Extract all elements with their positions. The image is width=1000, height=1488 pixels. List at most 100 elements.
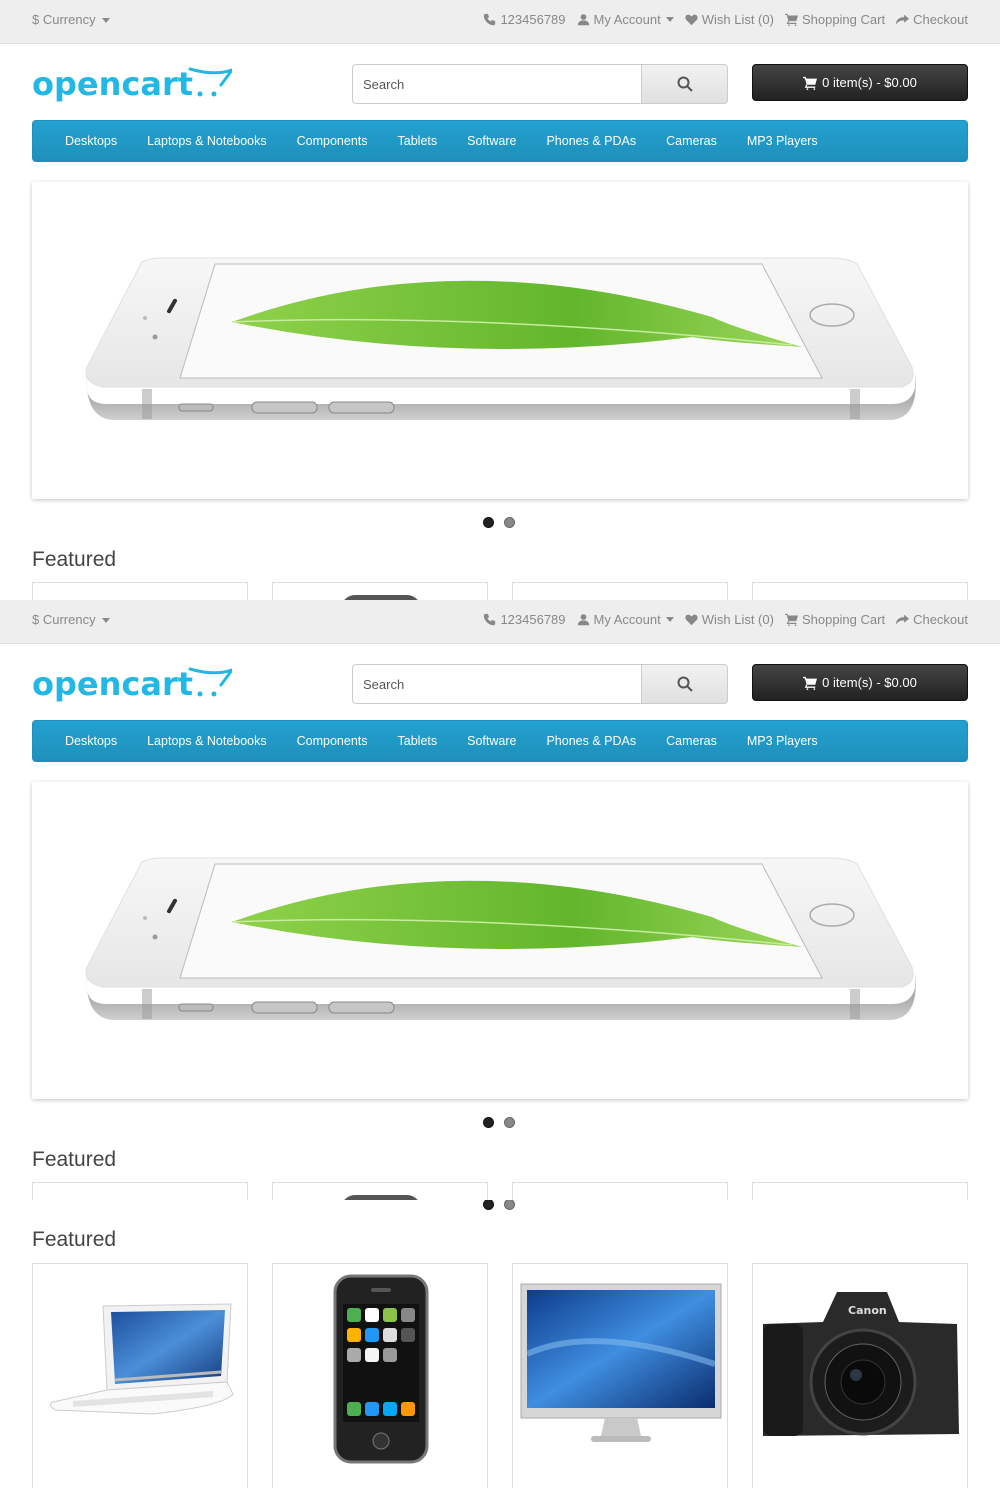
- phone-icon: [484, 13, 496, 26]
- heart-icon: [685, 14, 698, 26]
- share-icon: [896, 614, 910, 625]
- cart-button[interactable]: 0 item(s) - $0.00: [752, 64, 968, 101]
- macbook-product-image: [49, 1303, 234, 1415]
- caret-down-icon: [665, 617, 674, 622]
- cinema-display-product-image: [520, 1283, 722, 1442]
- my-account-link[interactable]: My Account: [577, 612, 674, 627]
- wish-list-link[interactable]: Wish List (0): [685, 12, 774, 27]
- my-account-link[interactable]: My Account: [577, 12, 674, 27]
- slide-dot-2[interactable]: [504, 517, 515, 528]
- iphone-product-image: [344, 1195, 418, 1200]
- shopping-cart-link[interactable]: Shopping Cart: [784, 12, 885, 27]
- svg-text:Canon: Canon: [848, 1304, 887, 1317]
- logo-text: opencart: [32, 65, 193, 103]
- cart-icon: [784, 13, 798, 26]
- cart-icon: [803, 676, 818, 690]
- menu-item-desktops[interactable]: Desktops: [50, 134, 132, 148]
- currency-dropdown[interactable]: $ Currency: [32, 12, 111, 27]
- top-links: 123456789 My Account Wish List (0) Shopp…: [483, 12, 968, 27]
- main-menu: Desktops Laptops & Notebooks Components …: [32, 720, 968, 762]
- search-input[interactable]: [352, 64, 642, 104]
- user-icon: [577, 614, 589, 626]
- page-frame-3: Featured Canon: [0, 1200, 1000, 1488]
- slide-dot-1[interactable]: [483, 1117, 494, 1128]
- product-card-macbook[interactable]: [32, 582, 248, 600]
- checkout-link[interactable]: Checkout: [896, 612, 968, 627]
- iphone-product-image: [333, 1274, 429, 1464]
- product-card-cinema-display[interactable]: [512, 1263, 728, 1488]
- slideshow-pagination: [483, 1200, 515, 1210]
- slide-dot-1[interactable]: [483, 517, 494, 528]
- menu-item-software[interactable]: Software: [452, 734, 531, 748]
- menu-item-tablets[interactable]: Tablets: [383, 134, 453, 148]
- menu-item-components[interactable]: Components: [282, 134, 383, 148]
- header: opencart 0 item(s) - $0.00: [0, 44, 1000, 120]
- slideshow[interactable]: [32, 182, 968, 499]
- checkout-link[interactable]: Checkout: [896, 12, 968, 27]
- phone-link[interactable]: 123456789: [483, 612, 566, 627]
- search-button[interactable]: [641, 64, 728, 104]
- share-icon: [896, 14, 910, 25]
- featured-heading: Featured: [32, 1148, 117, 1171]
- canon-camera-product-image: Canon: [763, 1292, 959, 1436]
- caret-down-icon: [102, 618, 111, 624]
- cart-total: 0 item(s) - $0.00: [822, 675, 917, 690]
- heart-icon: [685, 614, 698, 626]
- opencart-logo[interactable]: opencart: [32, 64, 232, 106]
- currency-symbol: $: [32, 612, 40, 627]
- shopping-cart-link[interactable]: Shopping Cart: [784, 612, 885, 627]
- search-icon: [677, 676, 693, 692]
- phone-number: 123456789: [500, 12, 566, 27]
- page-frame-2: $ Currency 123456789 My Account Wish Lis…: [0, 600, 1000, 1200]
- wish-list-label: Wish List (0): [701, 612, 774, 627]
- currency-label: Currency: [42, 12, 96, 27]
- slide-dot-1[interactable]: [483, 1200, 494, 1210]
- product-card-canon-camera[interactable]: [752, 582, 968, 600]
- menu-item-phones-pdas[interactable]: Phones & PDAs: [531, 134, 651, 148]
- menu-item-mp3-players[interactable]: MP3 Players: [732, 134, 833, 148]
- cart-button[interactable]: 0 item(s) - $0.00: [752, 664, 968, 701]
- slide-dot-2[interactable]: [504, 1117, 515, 1128]
- product-card-macbook[interactable]: [32, 1182, 248, 1200]
- wish-list-label: Wish List (0): [701, 12, 774, 27]
- featured-heading: Featured: [32, 1228, 117, 1251]
- checkout-label: Checkout: [913, 12, 968, 27]
- my-account-label: My Account: [593, 612, 661, 627]
- menu-item-mp3-players[interactable]: MP3 Players: [732, 734, 833, 748]
- slide-dot-2[interactable]: [504, 1200, 515, 1210]
- search-bar: [352, 64, 728, 104]
- phone-number: 123456789: [500, 612, 566, 627]
- product-card-iphone[interactable]: [272, 582, 488, 600]
- product-card-canon-camera[interactable]: [752, 1182, 968, 1200]
- page-frame-1: $ Currency 123456789 My Account Wish Lis…: [0, 0, 1000, 600]
- phone-link[interactable]: 123456789: [483, 12, 566, 27]
- product-card-iphone[interactable]: [272, 1182, 488, 1200]
- currency-dropdown[interactable]: $ Currency: [32, 612, 111, 627]
- currency-label: Currency: [42, 612, 96, 627]
- slideshow[interactable]: [32, 782, 968, 1099]
- cart-icon: [803, 76, 818, 90]
- product-card-macbook[interactable]: [32, 1263, 248, 1488]
- product-card-canon-camera[interactable]: Canon: [752, 1263, 968, 1488]
- menu-item-software[interactable]: Software: [452, 134, 531, 148]
- menu-item-laptops-notebooks[interactable]: Laptops & Notebooks: [132, 134, 282, 148]
- menu-item-components[interactable]: Components: [282, 734, 383, 748]
- search-button[interactable]: [641, 664, 728, 704]
- slideshow-pagination: [483, 1117, 515, 1128]
- wish-list-link[interactable]: Wish List (0): [685, 612, 774, 627]
- product-card-iphone[interactable]: [272, 1263, 488, 1488]
- cart-icon: [784, 613, 798, 626]
- iphone-6-banner-image: [85, 857, 916, 1020]
- product-card-cinema-display[interactable]: [512, 1182, 728, 1200]
- menu-item-laptops-notebooks[interactable]: Laptops & Notebooks: [132, 734, 282, 748]
- menu-item-cameras[interactable]: Cameras: [651, 734, 732, 748]
- menu-item-phones-pdas[interactable]: Phones & PDAs: [531, 734, 651, 748]
- cart-total: 0 item(s) - $0.00: [822, 75, 917, 90]
- opencart-logo[interactable]: opencart: [32, 664, 232, 706]
- product-card-cinema-display[interactable]: [512, 582, 728, 600]
- user-icon: [577, 14, 589, 26]
- menu-item-tablets[interactable]: Tablets: [383, 734, 453, 748]
- search-input[interactable]: [352, 664, 642, 704]
- menu-item-desktops[interactable]: Desktops: [50, 734, 132, 748]
- menu-item-cameras[interactable]: Cameras: [651, 134, 732, 148]
